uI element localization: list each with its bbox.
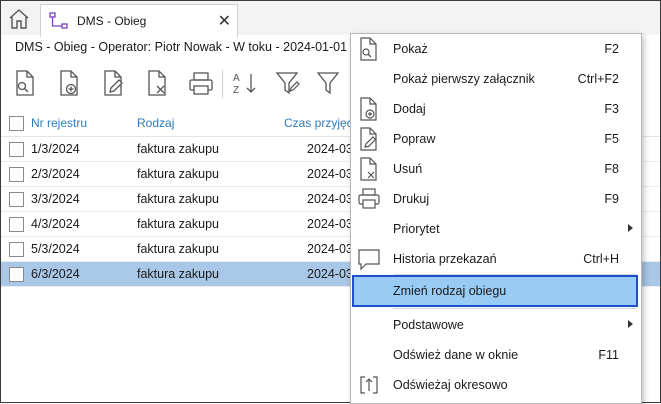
doc-search-icon: [360, 37, 377, 61]
submenu-arrow-icon: [628, 224, 633, 232]
refresh-icon: [360, 376, 378, 394]
cell-rodzaj: faktura zakupu: [137, 192, 219, 206]
context-menu: Pokaż F2 Pokaż pierwszy załącznik Ctrl+F…: [350, 33, 642, 404]
submenu-arrow-icon: [628, 320, 633, 328]
doc-delete-icon: [360, 157, 377, 181]
cell-rodzaj: faktura zakupu: [137, 217, 219, 231]
menu-separator: [393, 308, 637, 309]
cell-rodzaj: faktura zakupu: [137, 242, 219, 256]
cell-czas: 2024-03: [307, 167, 353, 181]
edit-button[interactable]: [96, 66, 130, 100]
row-checkbox[interactable]: [9, 242, 24, 257]
menu-item-shortcut: F11: [598, 348, 619, 362]
cell-czas: 2024-03: [307, 142, 353, 156]
menu-item-drukuj[interactable]: Drukuj F9: [351, 184, 641, 214]
doc-edit-icon: [104, 70, 123, 96]
row-checkbox[interactable]: [9, 192, 24, 207]
tab-dms-obieg[interactable]: DMS - Obieg ✕: [40, 4, 238, 37]
menu-item-usun[interactable]: Usuń F8: [351, 154, 641, 184]
menu-item-label: Podstawowe: [393, 318, 464, 332]
sort-button[interactable]: A Z: [228, 66, 262, 100]
filter-button[interactable]: [311, 66, 345, 100]
menu-item-popraw[interactable]: Popraw F5: [351, 124, 641, 154]
doc-delete-icon: [148, 70, 166, 96]
menu-item-label: Historia przekazań: [393, 252, 497, 266]
row-checkbox[interactable]: [9, 167, 24, 182]
menu-item-shortcut: F5: [604, 132, 619, 146]
home-icon: [9, 9, 29, 29]
cell-czas: 2024-03: [307, 242, 353, 256]
cell-nr: 4/3/2024: [31, 217, 80, 231]
svg-text:Z: Z: [233, 85, 239, 96]
row-checkbox[interactable]: [9, 267, 24, 282]
menu-item-label: Priorytet: [393, 222, 440, 236]
menu-item-historia-przekazan[interactable]: Historia przekazań Ctrl+H: [351, 244, 641, 274]
tab-strip: DMS - Obieg ✕: [1, 1, 660, 37]
menu-item-label: Drukuj: [393, 192, 430, 206]
cell-nr: 3/3/2024: [31, 192, 80, 206]
toolbar-separator: [222, 70, 223, 98]
cell-rodzaj: faktura zakupu: [137, 142, 219, 156]
doc-add-icon: [360, 97, 377, 121]
menu-item-shortcut: Ctrl+F2: [577, 72, 619, 86]
column-header-rodzaj[interactable]: Rodzaj: [137, 116, 174, 130]
close-icon[interactable]: ✕: [218, 11, 231, 31]
cell-nr: 2/3/2024: [31, 167, 80, 181]
menu-item-zmien-rodzaj-obiegu[interactable]: Zmień rodzaj obiegu: [352, 275, 638, 307]
delete-button[interactable]: [140, 66, 174, 100]
tab-title: DMS - Obieg: [77, 14, 147, 28]
menu-item-shortcut: F8: [604, 162, 619, 176]
cell-nr: 1/3/2024: [31, 142, 80, 156]
menu-item-pokaz-pierwszy-zalacznik[interactable]: Pokaż pierwszy załącznik Ctrl+F2: [351, 64, 641, 94]
menu-item-label: Pokaż pierwszy załącznik: [393, 72, 535, 86]
menu-item-label: Usuń: [393, 162, 423, 176]
show-button[interactable]: [8, 66, 42, 100]
menu-item-shortcut: Ctrl+H: [583, 252, 619, 266]
row-checkbox[interactable]: [9, 142, 24, 157]
cell-rodzaj: faktura zakupu: [137, 167, 219, 181]
breadcrumb: DMS - Obieg - Operator: Piotr Nowak - W …: [15, 40, 373, 54]
doc-edit-icon: [360, 127, 377, 151]
filter-icon: [316, 72, 340, 95]
menu-item-label: Odśwież dane w oknie: [393, 348, 519, 362]
menu-item-dodaj[interactable]: Dodaj F3: [351, 94, 641, 124]
menu-item-podstawowe[interactable]: Podstawowe: [351, 310, 641, 340]
filter-edit-icon: [275, 72, 300, 95]
menu-item-odswiez-dane[interactable]: Odśwież dane w oknie F11: [351, 340, 641, 370]
menu-item-shortcut: F2: [604, 42, 619, 56]
select-all-checkbox[interactable]: [9, 116, 24, 131]
cell-nr: 5/3/2024: [31, 242, 80, 256]
doc-add-icon: [60, 70, 78, 96]
cell-czas: 2024-03: [307, 217, 353, 231]
print-button[interactable]: [184, 66, 218, 100]
filter-edit-button[interactable]: [271, 66, 305, 100]
home-button[interactable]: [4, 5, 34, 33]
cell-rodzaj: faktura zakupu: [137, 267, 219, 281]
menu-item-label: Pokaż: [393, 42, 428, 56]
svg-text:A: A: [233, 73, 240, 84]
menu-item-label: Zmień rodzaj obiegu: [393, 284, 507, 298]
printer-icon: [358, 188, 380, 209]
menu-item-label: Odświeżaj okresowo: [393, 378, 508, 392]
menu-item-priorytet[interactable]: Priorytet: [351, 214, 641, 244]
cell-czas: 2024-03: [307, 267, 353, 281]
menu-item-label: Dodaj: [393, 102, 426, 116]
cell-czas: 2024-03: [307, 192, 353, 206]
row-checkbox[interactable]: [9, 217, 24, 232]
menu-item-shortcut: F3: [604, 102, 619, 116]
menu-item-label: Popraw: [393, 132, 436, 146]
menu-item-shortcut: F9: [604, 192, 619, 206]
sort-az-icon: A Z: [233, 73, 256, 96]
cell-nr: 6/3/2024: [31, 267, 80, 281]
menu-item-pokaz[interactable]: Pokaż F2: [351, 34, 641, 64]
column-header-nr-rejestru[interactable]: Nr rejestru: [31, 116, 87, 130]
printer-icon: [189, 72, 213, 95]
add-button[interactable]: [52, 66, 86, 100]
workflow-icon: [49, 12, 68, 29]
menu-item-odswiezaj-okresowo[interactable]: Odświeżaj okresowo: [351, 370, 641, 400]
speech-bubble-icon: [358, 249, 380, 271]
doc-search-icon: [16, 70, 34, 96]
